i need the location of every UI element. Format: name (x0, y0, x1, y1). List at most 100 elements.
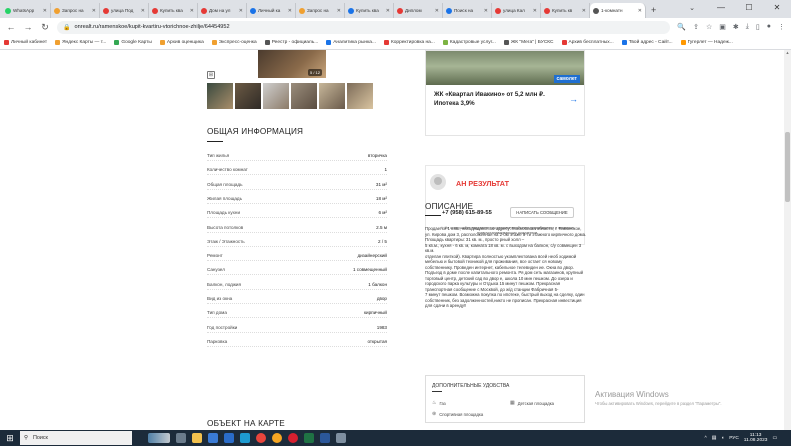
arrow-right-icon[interactable]: → (569, 94, 578, 104)
chrome-icon[interactable] (256, 433, 266, 443)
close-window-button[interactable]: ✕ (763, 0, 791, 18)
page-viewport: 5 / 12 ⊞ ОБЩАЯ ИНФОРМАЦИЯ Тип жилья втори… (0, 50, 784, 430)
browser-tab[interactable]: Купить ква ✕ (149, 3, 198, 18)
profile-icon[interactable]: ● (767, 23, 771, 31)
browser-tab[interactable]: улица Под ✕ (100, 3, 149, 18)
task-view-icon[interactable] (176, 433, 186, 443)
amenity-label: Газ (439, 400, 446, 406)
bookmark-star-icon[interactable]: ☆ (706, 23, 712, 31)
address-bar: ← → ↻ 🔒 onrealt.ru/ramenskoe/kupit-kvart… (0, 18, 791, 36)
file-explorer-icon[interactable] (192, 433, 202, 443)
browser-tab[interactable]: Поиск на ✕ (443, 3, 492, 18)
browser-tab[interactable]: Личный ка ✕ (247, 3, 296, 18)
yandex-browser-icon[interactable] (272, 433, 282, 443)
excel-icon[interactable] (304, 433, 314, 443)
send-message-button[interactable]: НАПИСАТЬ СООБЩЕНИЕ (510, 207, 574, 218)
maximize-button[interactable]: ☐ (735, 0, 763, 18)
reload-icon[interactable]: ↻ (40, 22, 50, 33)
word-icon[interactable] (320, 433, 330, 443)
gallery-thumbnail[interactable] (263, 83, 289, 109)
new-tab-button[interactable]: + (646, 3, 661, 18)
weather-widget-icon[interactable] (148, 433, 170, 443)
bookmark-item[interactable]: Архив бесплатных... (561, 40, 614, 45)
close-tab-icon[interactable]: ✕ (190, 8, 194, 14)
close-tab-icon[interactable]: ✕ (337, 8, 341, 14)
share-icon[interactable]: ⇪ (693, 23, 699, 31)
taskbar-search[interactable]: ⚲ Поиск (20, 431, 132, 445)
tab-title: Диплом (405, 8, 422, 13)
bookmark-item[interactable]: Google Карты (114, 40, 152, 45)
other-app-icon[interactable] (336, 433, 346, 443)
bookmark-item[interactable]: Личный кабинет (4, 40, 47, 45)
tab-title: улица Под (111, 8, 134, 13)
browser-tab[interactable]: WhatsApp ✕ (2, 3, 51, 18)
close-tab-icon[interactable]: ✕ (435, 8, 439, 14)
notifications-icon[interactable]: ▭ (772, 436, 777, 441)
gallery-thumbnail[interactable] (319, 83, 345, 109)
close-tab-icon[interactable]: ✕ (638, 8, 642, 14)
bookmark-item[interactable]: Твой адрес - Сайт... (621, 40, 673, 45)
gallery-thumbnail[interactable] (291, 83, 317, 109)
url-input[interactable]: 🔒 onrealt.ru/ramenskoe/kupit-kvartiru-vt… (57, 20, 671, 34)
close-tab-icon[interactable]: ✕ (239, 8, 243, 14)
fullscreen-icon[interactable]: ⊞ (207, 71, 215, 79)
scroll-up-icon[interactable]: ▲ (784, 50, 791, 55)
mail-icon[interactable] (224, 433, 234, 443)
close-tab-icon[interactable]: ✕ (582, 8, 586, 14)
language-indicator[interactable]: РУС (729, 436, 739, 441)
clock[interactable]: 11:13 11.08.2023 (744, 433, 768, 444)
bookmark-item[interactable]: Аналитика рынка... (326, 40, 376, 45)
close-tab-icon[interactable]: ✕ (141, 8, 145, 14)
close-tab-icon[interactable]: ✕ (533, 8, 537, 14)
browser-tab[interactable]: Запрос на ✕ (296, 3, 345, 18)
tab-search-chevron-icon[interactable]: ⌄ (689, 4, 695, 12)
close-tab-icon[interactable]: ✕ (43, 8, 47, 14)
close-tab-icon[interactable]: ✕ (386, 8, 390, 14)
minimize-button[interactable]: — (707, 0, 735, 18)
bookmark-item[interactable]: Гугерлет — Надеж... (680, 40, 733, 45)
close-tab-icon[interactable]: ✕ (92, 8, 96, 14)
bookmark-item[interactable]: Экспресс-оценка (211, 40, 257, 45)
browser-tab[interactable]: Купить ква ✕ (345, 3, 394, 18)
amenities-title: ДОПОЛНИТЕЛЬНЫЕ УДОБСТВА (432, 383, 510, 389)
browser-tab[interactable]: улица Кал ✕ (492, 3, 541, 18)
lock-icon: 🔒 (63, 24, 71, 31)
browser-tab[interactable]: Диплом ✕ (394, 3, 443, 18)
close-tab-icon[interactable]: ✕ (484, 8, 488, 14)
gallery-thumbnail[interactable] (207, 83, 233, 109)
tray-chevron-icon[interactable]: ^ (704, 436, 706, 441)
page-scrollbar[interactable]: ▲ (784, 50, 791, 430)
browser-tab[interactable]: 1-комнатн ✕ (590, 3, 646, 18)
download-icon[interactable]: ⤓ (746, 23, 749, 31)
bookmark-item[interactable]: ЖК "Мега" | БУСКС (503, 40, 554, 45)
extensions-puzzle-icon[interactable]: ✱ (733, 23, 739, 31)
browser-tab[interactable]: Купить кв ✕ (541, 3, 590, 18)
bookmark-item[interactable]: Архив оценщика (159, 40, 204, 45)
bookmark-item[interactable]: Реестр - официаль... (264, 40, 318, 45)
browser-tab[interactable]: Дом на ул ✕ (198, 3, 247, 18)
network-icon[interactable]: ▤ (712, 436, 717, 441)
bookmark-item[interactable]: Кадастровые услуг... (442, 40, 496, 45)
agent-name[interactable]: АН РЕЗУЛЬТАТ (456, 179, 509, 188)
opera-icon[interactable] (288, 433, 298, 443)
close-tab-icon[interactable]: ✕ (288, 8, 292, 14)
menu-dots-icon[interactable]: ⋮ (778, 23, 785, 31)
extension-icon[interactable]: ▣ (719, 23, 726, 31)
bookmark-item[interactable]: Яндекс Карты — т... (55, 40, 106, 45)
scrollbar-thumb[interactable] (785, 132, 790, 202)
back-arrow-icon[interactable]: ← (6, 22, 16, 32)
gallery-thumbnail[interactable] (235, 83, 261, 109)
zoom-icon[interactable]: 🔍 (677, 23, 686, 31)
gallery-main-photo[interactable]: 5 / 12 (258, 50, 326, 78)
forward-arrow-icon[interactable]: → (23, 22, 33, 32)
sidebar-icon[interactable]: ▯ (756, 23, 760, 31)
calculator-icon[interactable] (208, 433, 218, 443)
bookmark-item[interactable]: Корректировка на... (383, 40, 435, 45)
speaker-icon[interactable]: ◖ (721, 436, 724, 441)
edge-icon[interactable] (240, 433, 250, 443)
gallery-thumbnail[interactable] (347, 83, 373, 109)
gallery-counter: 5 / 12 (308, 69, 323, 76)
browser-tab[interactable]: Запрос на ✕ (51, 3, 100, 18)
advertisement-card[interactable]: самолет ЖК «Квартал Ивакино» от 5,2 млн … (425, 50, 585, 136)
windows-start-icon[interactable]: ⊞ (0, 433, 20, 444)
